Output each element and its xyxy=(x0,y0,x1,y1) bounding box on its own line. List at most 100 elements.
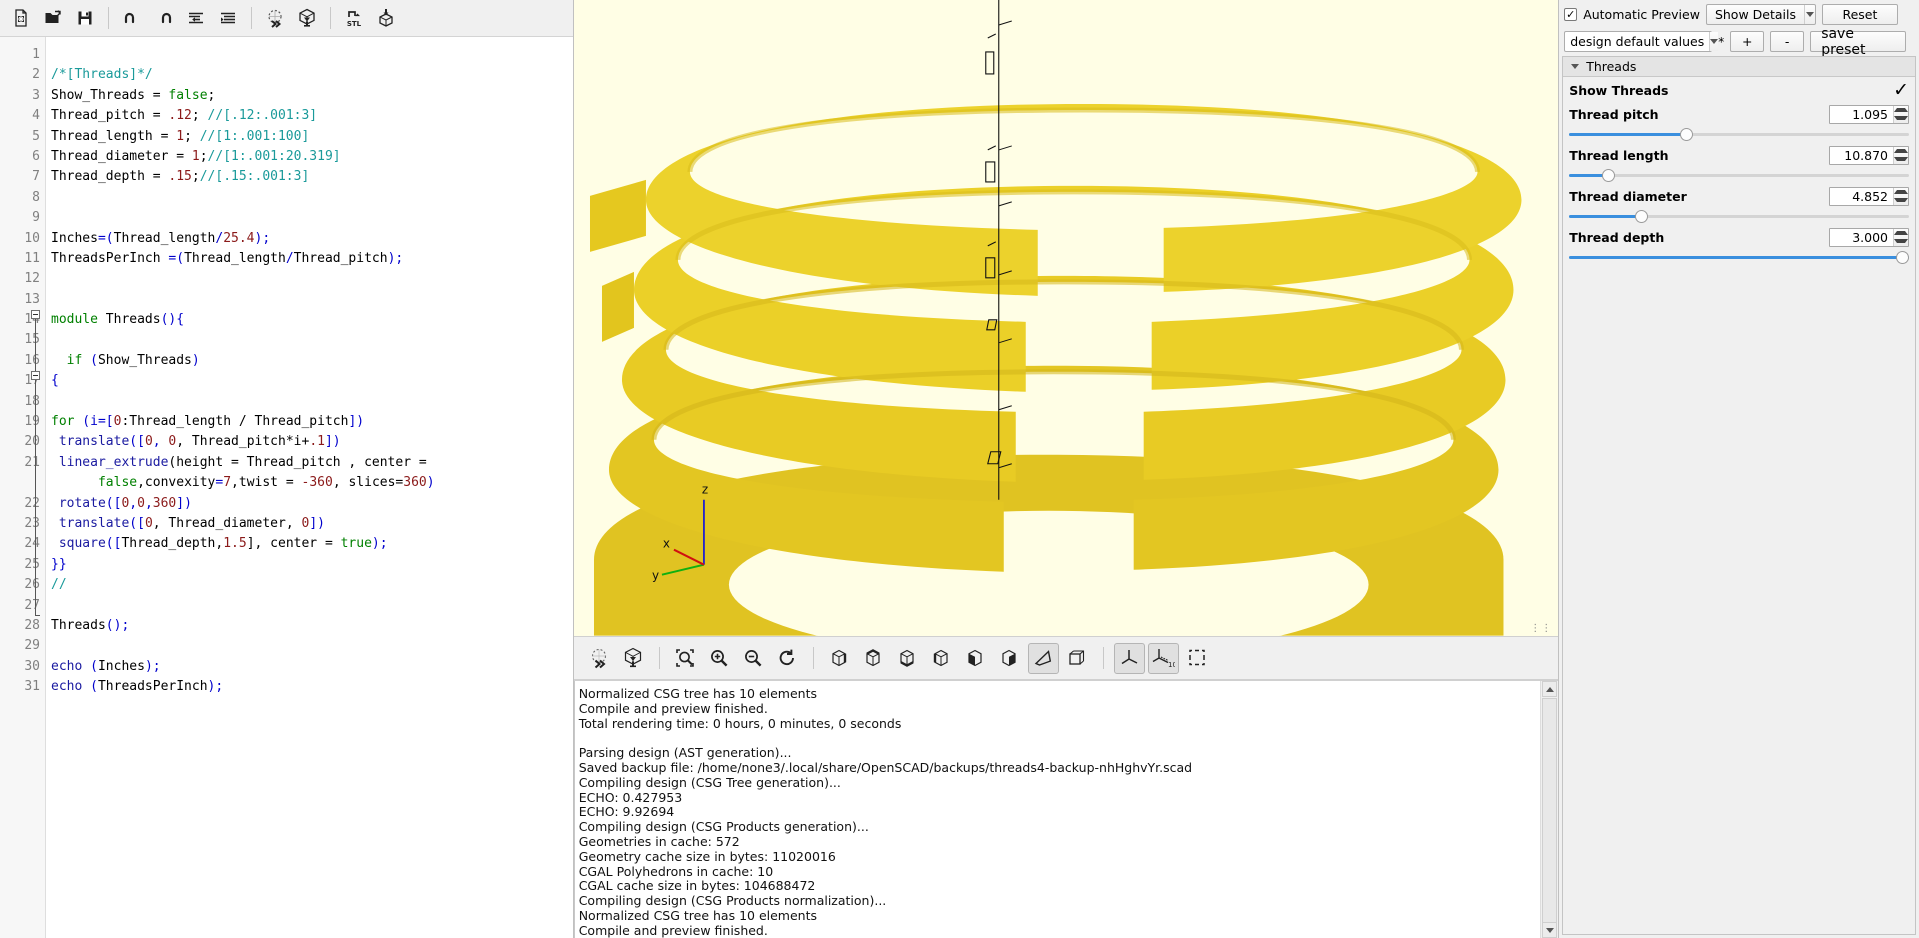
parameter-slider[interactable] xyxy=(1569,126,1909,142)
view-left-icon[interactable] xyxy=(926,643,957,674)
code-line[interactable]: Thread_length = 1; //[1:.001:100] xyxy=(51,127,573,147)
slider-handle[interactable] xyxy=(1896,251,1909,264)
chevron-down-icon[interactable] xyxy=(1709,32,1719,51)
spinner-arrows[interactable] xyxy=(1893,146,1908,164)
save-file-icon[interactable] xyxy=(70,3,100,33)
parameter-value[interactable]: 3.000 xyxy=(1830,229,1893,246)
spinner-up-icon[interactable] xyxy=(1894,229,1908,238)
reset-button[interactable]: Reset xyxy=(1821,4,1898,25)
orthogonal-icon[interactable] xyxy=(1062,643,1093,674)
preview-icon[interactable] xyxy=(584,643,615,674)
slider-handle[interactable] xyxy=(1680,128,1694,141)
show-edges-icon[interactable] xyxy=(1182,643,1213,674)
preset-dropdown[interactable]: design default values xyxy=(1564,31,1719,52)
code-line[interactable]: linear_extrude(height = Thread_pitch , c… xyxy=(51,453,573,473)
spinner-down-icon[interactable] xyxy=(1894,237,1908,246)
scrollbar-thumb[interactable] xyxy=(1542,698,1558,938)
detail-level-dropdown[interactable]: Show Details xyxy=(1705,4,1816,25)
code-line[interactable]: if (Show_Threads) xyxy=(51,351,573,371)
slider-handle[interactable] xyxy=(1601,169,1615,182)
new-file-icon[interactable] xyxy=(6,3,36,33)
code-line[interactable]: /*[Threads]*/ xyxy=(51,65,573,85)
code-line[interactable]: Inches=(Thread_length/25.4); xyxy=(51,229,573,249)
code-line[interactable]: for (i=[0:Thread_length / Thread_pitch]) xyxy=(51,412,573,432)
scroll-down-icon[interactable] xyxy=(1542,922,1558,938)
parameter-spinbox[interactable]: 3.000 xyxy=(1829,227,1909,247)
show-scale-icon[interactable]: 10 xyxy=(1147,642,1179,674)
view-top-icon[interactable] xyxy=(858,643,889,674)
code-line[interactable] xyxy=(51,290,573,310)
render-icon[interactable] xyxy=(618,643,649,674)
slider-handle[interactable] xyxy=(1634,210,1648,223)
3d-model-render[interactable]: z y x xyxy=(573,0,1559,636)
perspective-icon[interactable] xyxy=(1027,642,1059,674)
scroll-up-icon[interactable] xyxy=(1542,681,1558,697)
code-line[interactable]: Threads(); xyxy=(51,616,573,636)
view-right-icon[interactable] xyxy=(824,643,855,674)
code-line[interactable]: ThreadsPerInch =(Thread_length/Thread_pi… xyxy=(51,249,573,269)
code-line[interactable]: echo (Inches); xyxy=(51,657,573,677)
parameter-value[interactable]: 4.852 xyxy=(1830,188,1893,205)
code-line[interactable]: false,convexity=7,twist = -360, slices=3… xyxy=(51,473,573,493)
code-line[interactable]: Thread_depth = .15;//[.15:.001:3] xyxy=(51,167,573,187)
spinner-down-icon[interactable] xyxy=(1894,114,1908,123)
code-line[interactable]: rotate([0,0,360]) xyxy=(51,494,573,514)
spinner-down-icon[interactable] xyxy=(1894,155,1908,164)
view-front-icon[interactable] xyxy=(960,643,991,674)
export-stl-icon[interactable]: STL xyxy=(339,3,369,33)
parameter-spinbox[interactable]: 4.852 xyxy=(1829,186,1909,206)
redo-icon[interactable] xyxy=(149,3,179,33)
code-line[interactable] xyxy=(51,45,573,65)
chevron-down-icon[interactable] xyxy=(1803,5,1815,24)
fold-marker-module[interactable] xyxy=(31,310,40,319)
remove-preset-button[interactable]: - xyxy=(1770,31,1805,52)
viewport-resize-grip[interactable]: ⋮⋮ xyxy=(1530,623,1552,634)
view-back-icon[interactable] xyxy=(994,643,1025,674)
unindent-icon[interactable] xyxy=(181,3,211,33)
indent-icon[interactable] xyxy=(213,3,243,33)
console-output[interactable]: Normalized CSG tree has 10 elements Compi… xyxy=(573,681,1540,938)
show-axes-icon[interactable] xyxy=(1113,642,1145,674)
code-line[interactable]: }} xyxy=(51,555,573,575)
spinner-arrows[interactable] xyxy=(1893,187,1908,205)
view-bottom-icon[interactable] xyxy=(892,643,923,674)
code-line[interactable] xyxy=(51,188,573,208)
code-line[interactable] xyxy=(51,636,573,656)
code-line[interactable] xyxy=(51,208,573,228)
save-preset-button[interactable]: save preset xyxy=(1810,26,1907,58)
parameter-value[interactable]: 1.095 xyxy=(1830,106,1893,123)
code-line[interactable] xyxy=(51,596,573,616)
spinner-up-icon[interactable] xyxy=(1894,147,1908,156)
undo-icon[interactable] xyxy=(117,3,147,33)
spinner-up-icon[interactable] xyxy=(1894,106,1908,115)
3d-viewport[interactable]: z y x ⋮⋮ xyxy=(573,0,1559,636)
reset-view-icon[interactable] xyxy=(772,643,803,674)
zoom-in-icon[interactable] xyxy=(704,643,735,674)
parameter-value[interactable]: 10.870 xyxy=(1830,147,1893,164)
code-line[interactable]: { xyxy=(51,371,573,391)
code-line[interactable]: // xyxy=(51,575,573,595)
render-icon[interactable] xyxy=(292,3,322,33)
code-line[interactable]: echo (ThreadsPerInch); xyxy=(51,677,573,697)
parameter-group-threads[interactable]: Threads xyxy=(1563,57,1915,77)
parameter-spinbox[interactable]: 10.870 xyxy=(1829,145,1909,165)
add-preset-button[interactable]: + xyxy=(1730,31,1765,52)
parameter-checkbox[interactable]: ✓ xyxy=(1893,80,1909,100)
code-line[interactable]: square([Thread_depth,1.5], center = true… xyxy=(51,534,573,554)
preview-icon[interactable] xyxy=(260,3,290,33)
spinner-arrows[interactable] xyxy=(1893,228,1908,246)
parameter-spinbox[interactable]: 1.095 xyxy=(1829,104,1909,124)
spinner-up-icon[interactable] xyxy=(1894,188,1908,197)
automatic-preview-checkbox[interactable]: ✓ xyxy=(1564,8,1578,21)
fold-marker-block[interactable] xyxy=(31,371,40,380)
code-line[interactable]: translate([0, Thread_diameter, 0]) xyxy=(51,514,573,534)
code-line[interactable]: Thread_diameter = 1;//[1:.001:20.319] xyxy=(51,147,573,167)
chevron-down-icon[interactable] xyxy=(1571,64,1580,69)
zoom-out-icon[interactable] xyxy=(738,643,769,674)
open-file-icon[interactable] xyxy=(38,3,68,33)
parameter-slider[interactable] xyxy=(1569,167,1909,183)
export-amf-icon[interactable] xyxy=(371,3,401,33)
spinner-arrows[interactable] xyxy=(1893,105,1908,123)
spinner-down-icon[interactable] xyxy=(1894,196,1908,205)
parameter-slider[interactable] xyxy=(1569,208,1909,224)
